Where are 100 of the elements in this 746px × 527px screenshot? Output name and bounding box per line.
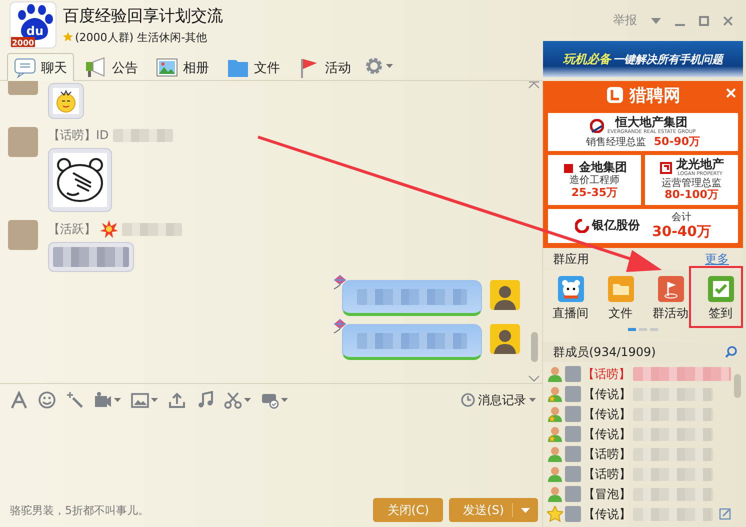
megaphone-icon — [85, 56, 107, 78]
sender-name: 【活跃】 — [48, 220, 96, 238]
photo-placeholder — [565, 466, 581, 482]
app-button[interactable]: 群活动 — [650, 276, 690, 322]
kite-icon — [332, 274, 348, 290]
font-icon[interactable] — [10, 391, 28, 409]
member-row[interactable]: 【话唠】 — [543, 444, 731, 464]
scroll-down-icon[interactable] — [528, 375, 540, 383]
member-row[interactable]: 【话唠】 — [543, 364, 731, 384]
settings-icon[interactable] — [364, 56, 384, 76]
scrollbar-thumb[interactable] — [734, 374, 741, 398]
member-row[interactable]: 【冒泡】 — [543, 484, 731, 504]
app-button[interactable]: 直播间 — [550, 276, 590, 322]
app-button[interactable]: 文件 — [606, 276, 636, 322]
member-row[interactable]: 【传说】 — [543, 404, 731, 424]
search-icon[interactable] — [725, 346, 737, 358]
section-title: 群成员(934/1909) — [553, 344, 656, 360]
tab[interactable]: 公告 — [78, 53, 145, 81]
member-rank: 【冒泡】 — [583, 486, 631, 502]
message-check-icon[interactable] — [261, 391, 279, 409]
highlight-frame — [689, 266, 743, 328]
user-icon — [547, 366, 563, 382]
caret-icon[interactable] — [281, 398, 288, 402]
page-indicator[interactable] — [628, 328, 636, 330]
banner-headline: 玩机必备 — [563, 50, 611, 68]
more-link[interactable]: 更多 — [705, 250, 729, 268]
sender-name: 【话唠】ID — [48, 127, 109, 144]
scroll-up-icon[interactable] — [528, 81, 540, 89]
chat-bubble-icon — [14, 56, 36, 78]
caret-icon[interactable] — [651, 18, 661, 24]
member-row[interactable]: 【话唠】 — [543, 464, 731, 484]
company-name: 金地集团 — [579, 161, 627, 174]
member-row[interactable]: 【传说】 — [543, 384, 731, 404]
clock-icon — [461, 393, 475, 407]
section-title: 群应用 — [553, 250, 589, 268]
image-icon[interactable] — [131, 391, 149, 409]
photo-placeholder — [565, 426, 581, 442]
star-icon — [547, 506, 563, 522]
member-rank: 【传说】 — [583, 406, 631, 422]
photo-placeholder — [565, 386, 581, 402]
user-icon — [547, 466, 563, 482]
caret-icon[interactable] — [244, 398, 251, 402]
close-icon[interactable] — [723, 16, 733, 26]
photo-placeholder — [565, 446, 581, 462]
ad-link[interactable]: 骆驼男装，5折都不叫事儿。 — [10, 502, 149, 518]
picture-icon — [156, 56, 178, 78]
company-name: 龙光地产 — [676, 158, 724, 172]
caret-icon[interactable] — [529, 398, 536, 402]
music-note-icon[interactable] — [196, 391, 214, 409]
photo-placeholder — [8, 81, 38, 95]
video-icon[interactable] — [94, 391, 112, 409]
photo-placeholder — [8, 127, 38, 157]
checkbox-icon — [708, 276, 734, 302]
avatar — [490, 324, 520, 354]
app-button[interactable]: 签到 — [706, 276, 736, 322]
job-ad-card[interactable]: 金地集团 造价工程师 25-35万 — [548, 155, 641, 206]
salary: 25-35万 — [571, 186, 618, 200]
photo-placeholder — [565, 506, 581, 522]
admin-user-icon — [547, 406, 563, 422]
avatar — [490, 280, 520, 310]
job-title: 销售经理总监 — [586, 136, 646, 148]
edit-icon[interactable] — [719, 508, 731, 520]
flag-icon — [658, 276, 684, 302]
photo-placeholder — [8, 220, 38, 250]
member-rank: 【话唠】 — [583, 466, 631, 482]
brand-logo-icon — [606, 86, 624, 104]
smiley-sticker-drawing — [53, 88, 79, 114]
member-row[interactable]: 【传说】 — [543, 424, 731, 444]
scissors-icon[interactable] — [224, 391, 242, 409]
scrollbar-thumb[interactable] — [530, 332, 538, 362]
ad-banner[interactable]: 玩机必备 一键解决所有手机问题 — [543, 41, 743, 77]
member-row[interactable]: 【传说】 — [543, 504, 731, 524]
tab[interactable]: 相册 — [149, 53, 216, 81]
caret-icon[interactable] — [151, 398, 158, 402]
group-title: 百度经验回享计划交流 — [63, 6, 223, 26]
user-icon — [547, 446, 563, 462]
upload-icon[interactable] — [168, 391, 186, 409]
group-logo: du 2000 — [9, 1, 57, 49]
tab[interactable]: 文件 — [220, 53, 287, 81]
maximize-icon[interactable] — [699, 16, 709, 26]
member-rank: 【传说】 — [583, 386, 631, 402]
company-name: 银亿股份 — [592, 219, 640, 233]
folder-icon — [608, 276, 634, 302]
member-rank: 【话唠】 — [582, 366, 631, 382]
banner-text: 一键解决所有手机问题 — [613, 52, 723, 66]
emoji-icon[interactable] — [38, 391, 56, 409]
member-rank: 【传说】 — [583, 426, 631, 442]
user-icon — [547, 486, 563, 502]
message-history-button[interactable]: 消息记录 — [461, 392, 536, 408]
caret-icon[interactable] — [114, 398, 121, 402]
caret-icon[interactable] — [521, 508, 530, 512]
group-info: (2000人群) 生活休闲-其他 — [75, 30, 208, 44]
magic-wand-icon[interactable] — [66, 391, 84, 409]
tab[interactable]: 聊天 — [7, 53, 74, 81]
member-rank: 【话唠】 — [583, 446, 631, 462]
pixelated-text — [122, 222, 182, 236]
kite-icon — [332, 318, 348, 334]
caret-icon[interactable] — [386, 64, 393, 68]
bear-face-icon — [558, 276, 584, 302]
tab[interactable]: 活动 — [291, 53, 358, 81]
